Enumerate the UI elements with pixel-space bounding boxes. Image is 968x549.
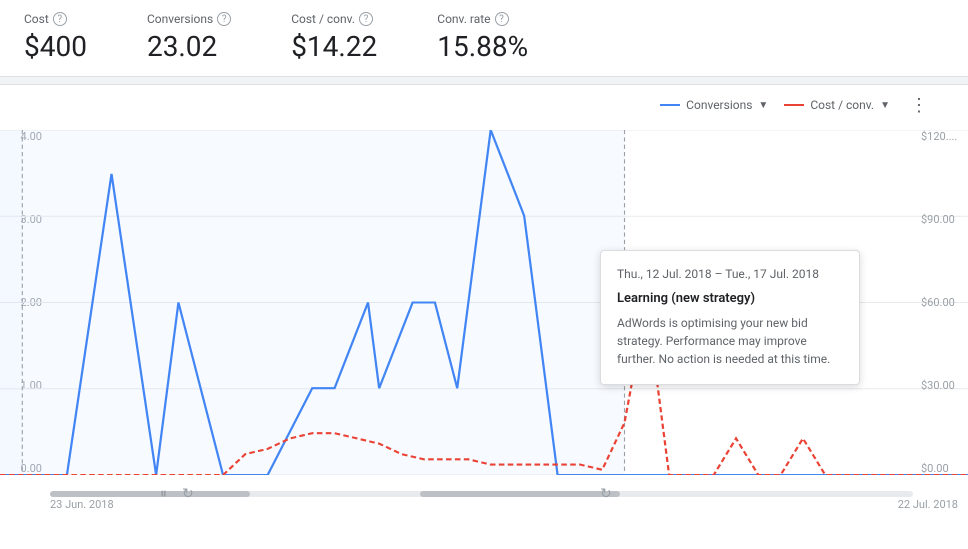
y-right-label-2: $60.00 bbox=[921, 296, 955, 309]
cost-conv-help-icon[interactable]: ? bbox=[359, 12, 373, 26]
y-axis-right: $120.... $90.00 $60.00 $30.00 $0.00 bbox=[913, 130, 968, 475]
tooltip-date: Thu., 12 Jul. 2018 – Tue., 17 Jul. 2018 bbox=[617, 267, 843, 281]
y-right-label-0: $0.00 bbox=[921, 462, 949, 475]
scrollbar-thumb-left[interactable] bbox=[50, 491, 250, 497]
metric-cost-conv: Cost / conv. ? $14.22 bbox=[291, 12, 377, 64]
chart-container: Conversions ▼ Cost / conv. ▼ ⋮ 4.00 3.00… bbox=[0, 85, 968, 515]
legend-conversions-label: Conversions bbox=[686, 98, 752, 112]
conv-rate-help-icon[interactable]: ? bbox=[495, 12, 509, 26]
refresh-icon-left[interactable]: ↻ bbox=[182, 486, 194, 502]
legend-conversions[interactable]: Conversions ▼ bbox=[660, 98, 768, 112]
x-axis-end: 22 Jul. 2018 bbox=[898, 498, 958, 511]
metric-conversions-value: 23.02 bbox=[147, 30, 231, 64]
y-right-label-4: $120.... bbox=[921, 130, 957, 143]
metric-cost-label: Cost ? bbox=[24, 12, 87, 26]
legend-more-icon[interactable]: ⋮ bbox=[910, 95, 928, 116]
chart-tooltip: Thu., 12 Jul. 2018 – Tue., 17 Jul. 2018 … bbox=[600, 250, 860, 385]
tooltip-title: Learning (new strategy) bbox=[617, 291, 843, 306]
metric-conv-rate-label: Conv. rate ? bbox=[437, 12, 528, 26]
refresh-icon-right[interactable]: ↻ bbox=[600, 486, 612, 502]
cost-help-icon[interactable]: ? bbox=[53, 12, 67, 26]
metric-conversions: Conversions ? 23.02 bbox=[147, 12, 231, 64]
top-scrollbar[interactable] bbox=[0, 77, 968, 85]
chart-legend: Conversions ▼ Cost / conv. ▼ ⋮ bbox=[660, 95, 928, 116]
metric-cost-conv-value: $14.22 bbox=[291, 30, 377, 64]
chart-scrollbar[interactable] bbox=[50, 491, 913, 497]
legend-cost-conv[interactable]: Cost / conv. ▼ bbox=[784, 98, 890, 112]
metric-conv-rate-value: 15.88% bbox=[437, 30, 528, 64]
y-right-label-1: $30.00 bbox=[921, 379, 955, 392]
conversions-dropdown-icon[interactable]: ▼ bbox=[758, 100, 768, 111]
legend-conversions-line bbox=[660, 104, 680, 106]
metric-cost-conv-label: Cost / conv. ? bbox=[291, 12, 377, 26]
x-axis-start: 23 Jun. 2018 bbox=[50, 498, 114, 511]
y-right-label-3: $90.00 bbox=[921, 213, 955, 226]
pause-icon[interactable]: ⏸ bbox=[160, 486, 167, 502]
legend-cost-conv-line bbox=[784, 104, 804, 106]
metric-cost-value: $400 bbox=[24, 30, 87, 64]
tooltip-body: AdWords is optimising your new bid strat… bbox=[617, 314, 843, 368]
metric-cost: Cost ? $400 bbox=[24, 12, 87, 64]
metric-conv-rate: Conv. rate ? 15.88% bbox=[437, 12, 528, 64]
metrics-bar: Cost ? $400 Conversions ? 23.02 Cost / c… bbox=[0, 0, 968, 77]
conversions-help-icon[interactable]: ? bbox=[217, 12, 231, 26]
legend-cost-conv-label: Cost / conv. bbox=[810, 98, 874, 112]
cost-conv-dropdown-icon[interactable]: ▼ bbox=[880, 100, 890, 111]
scrollbar-thumb-right[interactable] bbox=[420, 491, 620, 497]
metric-conversions-label: Conversions ? bbox=[147, 12, 231, 26]
